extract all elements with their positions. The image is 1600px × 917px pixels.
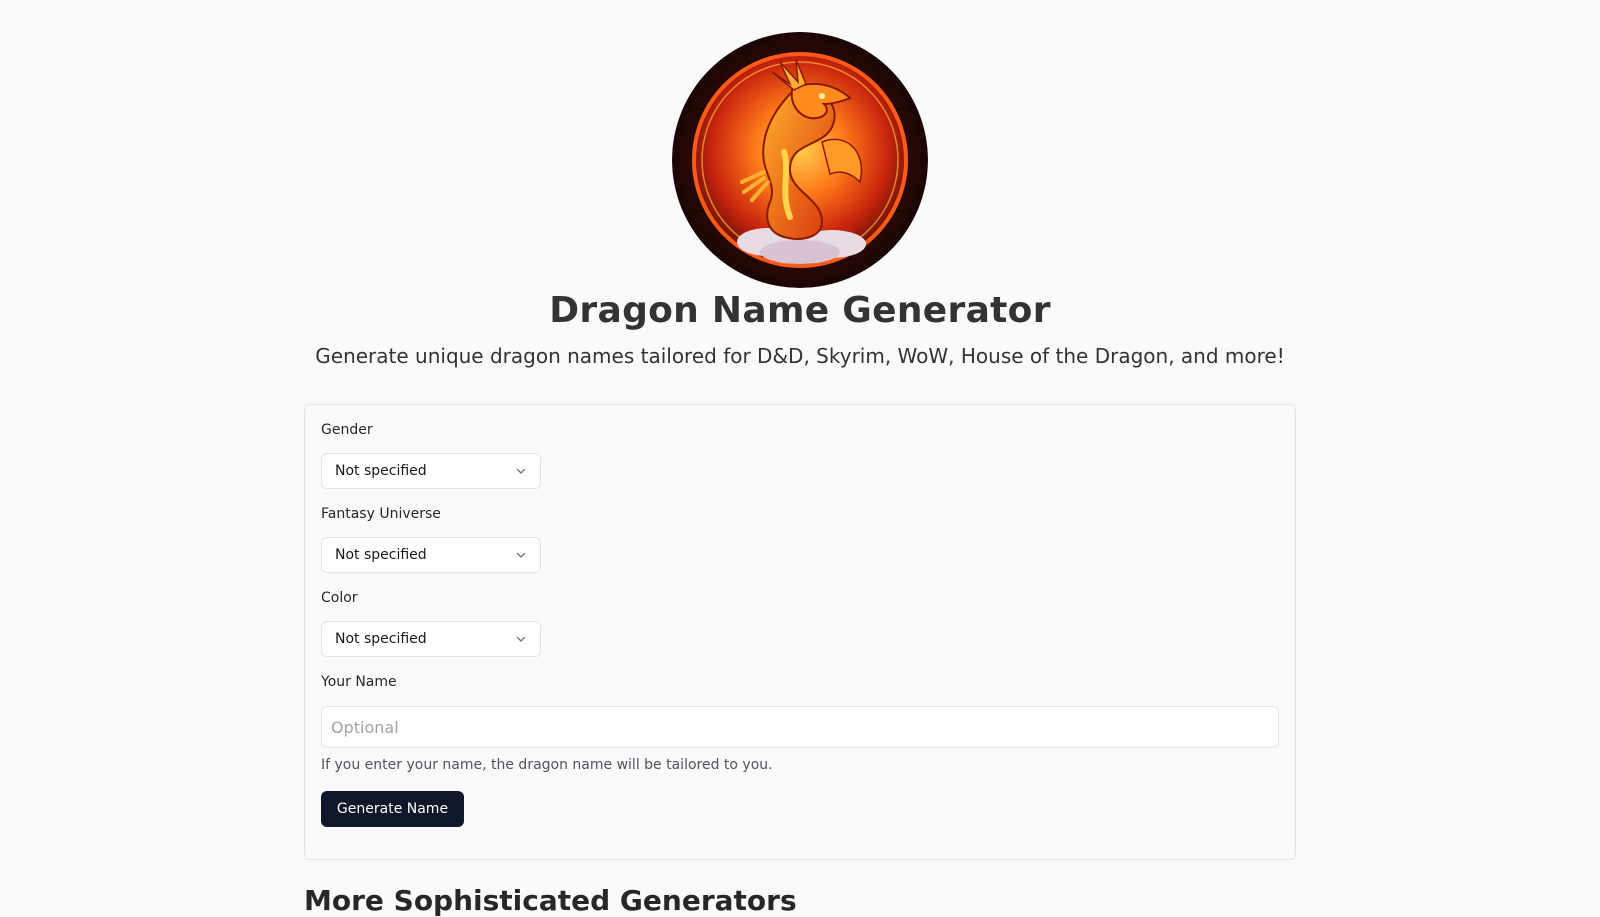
gender-select-value: Not specified — [335, 463, 427, 479]
section-heading: More Sophisticated Generators — [304, 884, 797, 917]
chevron-down-icon — [516, 636, 526, 642]
gender-label: Gender — [321, 422, 373, 438]
universe-select[interactable]: Not specified — [321, 537, 541, 573]
your-name-label: Your Name — [321, 674, 397, 690]
page-title: Dragon Name Generator — [549, 290, 1051, 331]
color-select-value: Not specified — [335, 631, 427, 647]
color-select[interactable]: Not specified — [321, 621, 541, 657]
universe-select-value: Not specified — [335, 547, 427, 563]
color-label: Color — [321, 590, 358, 606]
your-name-input[interactable] — [321, 706, 1279, 748]
generator-form-card: Gender Not specified Fantasy Universe No… — [304, 404, 1296, 860]
chevron-down-icon — [516, 468, 526, 474]
dragon-emblem-icon — [672, 32, 928, 288]
page-subtitle: Generate unique dragon names tailored fo… — [315, 344, 1285, 368]
generate-name-button[interactable]: Generate Name — [321, 791, 464, 827]
universe-label: Fantasy Universe — [321, 506, 441, 522]
your-name-helper-text: If you enter your name, the dragon name … — [321, 757, 773, 773]
chevron-down-icon — [516, 552, 526, 558]
gender-select[interactable]: Not specified — [321, 453, 541, 489]
